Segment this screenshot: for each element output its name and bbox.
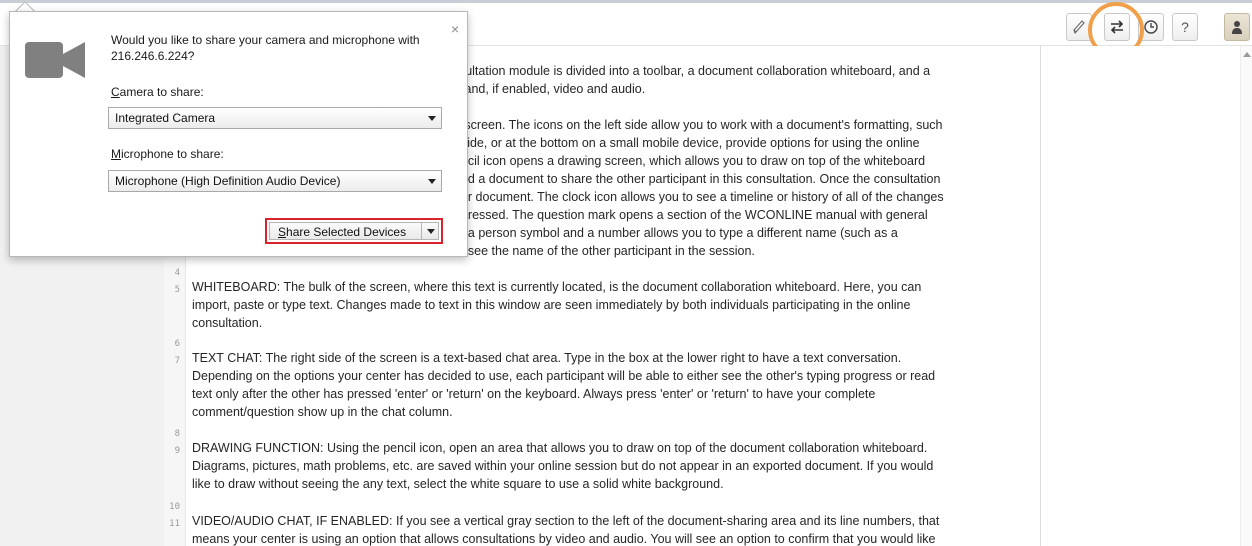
chevron-down-icon bbox=[428, 116, 436, 121]
line-number: 4 bbox=[174, 268, 180, 278]
line-number: 6 bbox=[174, 339, 180, 349]
text-line: text only after the other has pressed 'e… bbox=[192, 387, 876, 401]
text-line: Depending on the options your center has… bbox=[192, 369, 936, 383]
line-number: 9 bbox=[174, 446, 180, 456]
line-number: 11 bbox=[169, 519, 180, 529]
pencil-button[interactable] bbox=[1066, 13, 1092, 41]
vertical-scrollbar[interactable] bbox=[1240, 46, 1252, 546]
chevron-down-icon bbox=[428, 179, 436, 184]
toolbar-paragraph: e screen. The icons on the left side all… bbox=[454, 116, 1024, 260]
split-divider bbox=[421, 223, 422, 239]
close-icon[interactable]: × bbox=[451, 21, 459, 37]
username-button[interactable] bbox=[1224, 13, 1250, 41]
microphone-select[interactable]: Microphone (High Definition Audio Device… bbox=[108, 170, 442, 192]
text-line: w and, if enabled, video and audio. bbox=[452, 82, 646, 96]
pencil-icon bbox=[1073, 20, 1085, 35]
text-line: VIDEO/AUDIO CHAT, IF ENABLED: If you see… bbox=[192, 514, 940, 528]
share-button-face[interactable]: Share Selected Devices bbox=[269, 222, 439, 240]
text-line: e screen. The icons on the left side all… bbox=[454, 118, 943, 132]
text-line: consultation. bbox=[192, 316, 263, 330]
permission-message: Would you like to share your camera and … bbox=[111, 33, 420, 63]
line-number: 10 bbox=[169, 502, 180, 512]
top-border bbox=[0, 0, 1252, 3]
text-line: to see the name of the other participant… bbox=[454, 244, 755, 258]
intro-paragraph: nsultation module is divided into a tool… bbox=[452, 62, 1022, 98]
microphone-label: Microphone to share: bbox=[111, 147, 224, 161]
camera-label-text: amera to share: bbox=[119, 85, 204, 99]
media-permission-popup: Would you like to share your camera and … bbox=[9, 11, 468, 257]
text-line: TEXT CHAT: The right side of the screen … bbox=[192, 351, 902, 365]
whiteboard-paragraph: WHITEBOARD: The bulk of the screen, wher… bbox=[192, 278, 1028, 332]
text-line: ogressed. The question mark opens a sect… bbox=[454, 208, 928, 222]
swap-arrows-icon bbox=[1110, 20, 1124, 34]
mic-label-text: icrophone to share: bbox=[121, 147, 224, 161]
video-audio-paragraph: VIDEO/AUDIO CHAT, IF ENABLED: If you see… bbox=[192, 512, 1028, 546]
text-line: WHITEBOARD: The bulk of the screen, wher… bbox=[192, 280, 922, 294]
person-icon bbox=[1232, 21, 1242, 34]
microphone-select-value: Microphone (High Definition Audio Device… bbox=[115, 174, 341, 188]
clock-icon bbox=[1144, 20, 1158, 34]
scroll-up-arrow-icon[interactable] bbox=[1243, 52, 1251, 57]
history-button[interactable] bbox=[1138, 13, 1164, 41]
mic-label-accel: M bbox=[111, 147, 121, 161]
line-number: 7 bbox=[174, 356, 180, 366]
share-accel: S bbox=[278, 225, 287, 239]
text-chat-paragraph: TEXT CHAT: The right side of the screen … bbox=[192, 349, 1028, 421]
text-line: oad a document to share the other partic… bbox=[454, 172, 941, 186]
camera-select-value: Integrated Camera bbox=[115, 111, 216, 125]
text-line: comment/question show up in the chat col… bbox=[192, 405, 453, 419]
swap-button[interactable] bbox=[1104, 13, 1130, 41]
text-line: like to draw without seeing the any text… bbox=[192, 477, 724, 491]
line-number: 8 bbox=[174, 429, 180, 439]
text-line: our document. The clock icon allows you … bbox=[454, 190, 944, 204]
text-line: DRAWING FUNCTION: Using the pencil icon,… bbox=[192, 441, 928, 455]
camera-label: Camera to share: bbox=[111, 85, 204, 99]
camera-select[interactable]: Integrated Camera bbox=[108, 107, 442, 129]
text-line: encil icon opens a drawing screen, which… bbox=[454, 154, 926, 168]
camera-label-accel: C bbox=[111, 85, 120, 99]
help-button[interactable]: ? bbox=[1172, 13, 1198, 41]
share-button-label: Share Selected Devices bbox=[278, 225, 406, 239]
dropdown-arrow-icon[interactable] bbox=[427, 229, 435, 234]
share-text: hare Selected Devices bbox=[286, 225, 407, 239]
share-selected-devices-button[interactable]: Share Selected Devices bbox=[265, 218, 443, 244]
text-line: Diagrams, pictures, math problems, etc. … bbox=[192, 459, 934, 473]
line-number: 5 bbox=[174, 285, 180, 295]
text-line: th a person symbol and a number allows y… bbox=[454, 226, 898, 240]
video-camera-icon bbox=[25, 42, 85, 78]
chat-column[interactable] bbox=[1040, 46, 1240, 546]
drawing-paragraph: DRAWING FUNCTION: Using the pencil icon,… bbox=[192, 439, 1028, 493]
text-line: means your center is using an option tha… bbox=[192, 532, 936, 546]
question-mark-icon: ? bbox=[1181, 19, 1189, 35]
text-line: import, paste or type text. Changes made… bbox=[192, 298, 911, 312]
text-line: t side, or at the bottom on a small mobi… bbox=[454, 136, 920, 150]
text-line: nsultation module is divided into a tool… bbox=[452, 64, 931, 78]
